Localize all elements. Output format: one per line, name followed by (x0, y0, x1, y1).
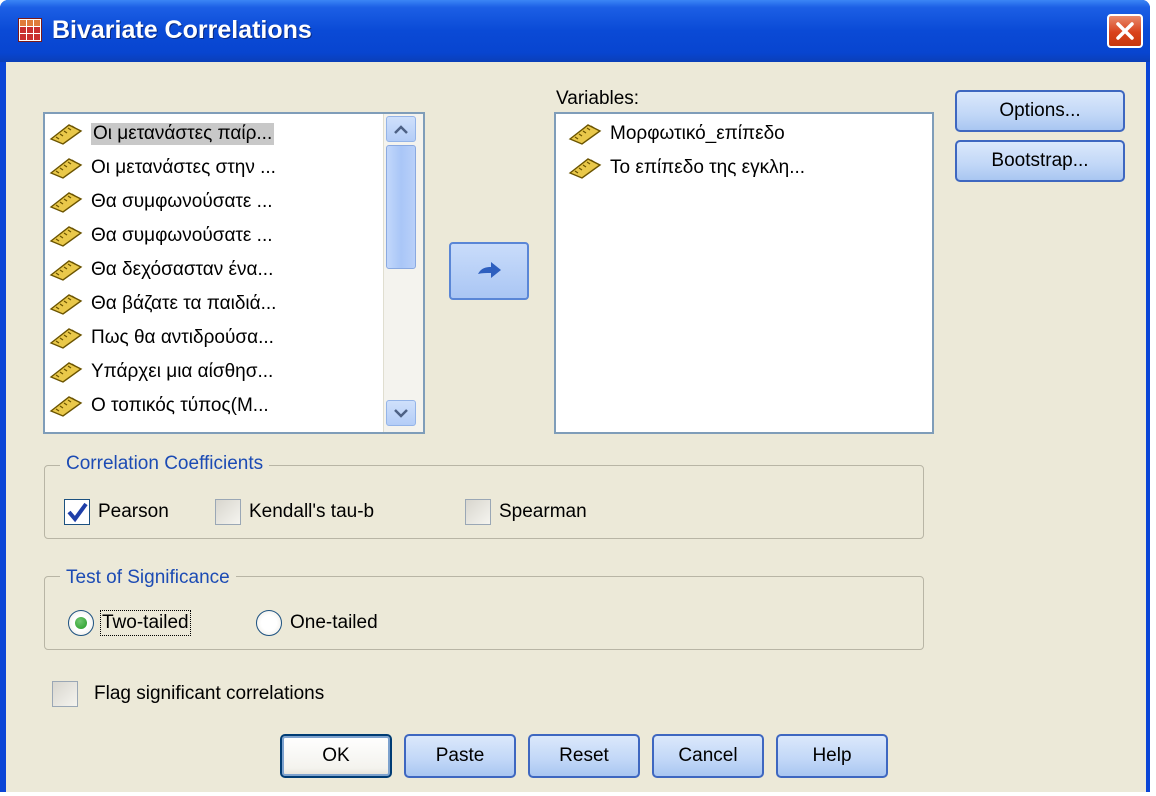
one-tailed-radio[interactable] (256, 610, 282, 636)
ok-button[interactable]: OK (280, 734, 392, 778)
target-variable-list[interactable]: Μορφωτικό_επίπεδο Το επίπεδο της εγκλη... (554, 112, 934, 434)
move-to-variables-button[interactable] (449, 242, 529, 300)
arrow-right-icon (478, 262, 501, 278)
scroll-down-button[interactable] (386, 400, 416, 426)
bootstrap-button[interactable]: Bootstrap... (955, 140, 1125, 182)
variables-list-item[interactable]: Μορφωτικό_επίπεδο (568, 118, 785, 150)
two-tailed-label[interactable]: Two-tailed (100, 610, 191, 636)
kendall-label[interactable]: Kendall's tau-b (249, 501, 374, 523)
dialog-window: Bivariate Correlations Οι μετανάστες παί… (0, 0, 1150, 792)
source-list-item[interactable]: Θα συμφωνούσατε ... (49, 186, 273, 218)
title-bar[interactable]: Bivariate Correlations (0, 0, 1150, 62)
scale-variable-icon (568, 157, 610, 179)
spearman-checkbox[interactable] (465, 499, 491, 525)
close-icon (1116, 22, 1134, 40)
cancel-button[interactable]: Cancel (652, 734, 764, 778)
source-list-item-label: Πως θα αντιδρούσα... (91, 327, 274, 348)
scroll-up-button[interactable] (386, 116, 416, 142)
reset-button[interactable]: Reset (528, 734, 640, 778)
source-list-item-label: Ο τοπικός τύπος(Μ... (91, 395, 269, 416)
kendall-checkbox[interactable] (215, 499, 241, 525)
flag-significant-checkbox[interactable] (52, 681, 78, 707)
source-list-item-label: Υπάρχει μια αίσθησ... (91, 361, 274, 382)
checkmark-icon (67, 502, 88, 523)
source-list-item[interactable]: Θα συμφωνούσατε ... (49, 220, 273, 252)
source-list-item[interactable]: Θα βάζατε τα παιδιά... (49, 288, 276, 320)
pearson-checkbox[interactable] (64, 499, 90, 525)
help-button[interactable]: Help (776, 734, 888, 778)
variables-list-item-label: Το επίπεδο της εγκλη... (610, 157, 806, 178)
source-list-item[interactable]: Πως θα αντιδρούσα... (49, 322, 274, 354)
source-list-item[interactable]: Οι μετανάστες παίρ... (49, 118, 275, 150)
close-button[interactable] (1107, 14, 1143, 48)
source-list-item[interactable]: Θα δεχόσασταν ένα... (49, 254, 273, 286)
spearman-label[interactable]: Spearman (499, 501, 587, 523)
scale-variable-icon (49, 157, 91, 179)
scale-variable-icon (49, 191, 91, 213)
scale-variable-icon (49, 361, 91, 383)
window-title: Bivariate Correlations (52, 16, 312, 44)
test-of-significance-title: Test of Significance (60, 567, 236, 589)
options-button[interactable]: Options... (955, 90, 1125, 132)
chevron-up-icon (394, 124, 408, 134)
pearson-label[interactable]: Pearson (98, 501, 169, 523)
scale-variable-icon (49, 395, 91, 417)
scale-variable-icon (49, 327, 91, 349)
one-tailed-label[interactable]: One-tailed (290, 612, 378, 634)
source-list-item[interactable]: Υπάρχει μια αίσθησ... (49, 356, 273, 388)
source-list-item-label: Θα δεχόσασταν ένα... (91, 259, 274, 280)
source-list-item-label: Θα συμφωνούσατε ... (91, 225, 273, 246)
variables-list-item[interactable]: Το επίπεδο της εγκλη... (568, 152, 805, 184)
scroll-thumb[interactable] (386, 145, 416, 269)
source-list-item-label: Θα βάζατε τα παιδιά... (91, 293, 277, 314)
flag-significant-label[interactable]: Flag significant correlations (94, 683, 324, 705)
source-list-item-label: Θα συμφωνούσατε ... (91, 191, 273, 212)
data-table-icon (18, 18, 42, 42)
dialog-body: Οι μετανάστες παίρ... Οι μετανάστες στην … (6, 62, 1146, 792)
source-variable-list[interactable]: Οι μετανάστες παίρ... Οι μετανάστες στην … (43, 112, 425, 434)
scale-variable-icon (49, 225, 91, 247)
scale-variable-icon (568, 123, 610, 145)
source-list-item[interactable]: Οι μετανάστες στην ... (49, 152, 276, 184)
scale-variable-icon (49, 293, 91, 315)
two-tailed-radio[interactable] (68, 610, 94, 636)
scale-variable-icon (49, 259, 91, 281)
variables-list-item-label: Μορφωτικό_επίπεδο (610, 123, 785, 144)
paste-button[interactable]: Paste (404, 734, 516, 778)
variables-label: Variables: (556, 88, 640, 109)
chevron-down-icon (394, 408, 408, 418)
source-list-item[interactable]: Ο τοπικός τύπος(Μ... (49, 390, 269, 422)
correlation-coefficients-title: Correlation Coefficients (60, 453, 270, 475)
source-list-item-label: Οι μετανάστες στην ... (91, 157, 276, 178)
source-list-item-label: Οι μετανάστες παίρ... (91, 123, 275, 145)
scale-variable-icon (49, 123, 91, 145)
list-scrollbar[interactable] (383, 114, 423, 432)
